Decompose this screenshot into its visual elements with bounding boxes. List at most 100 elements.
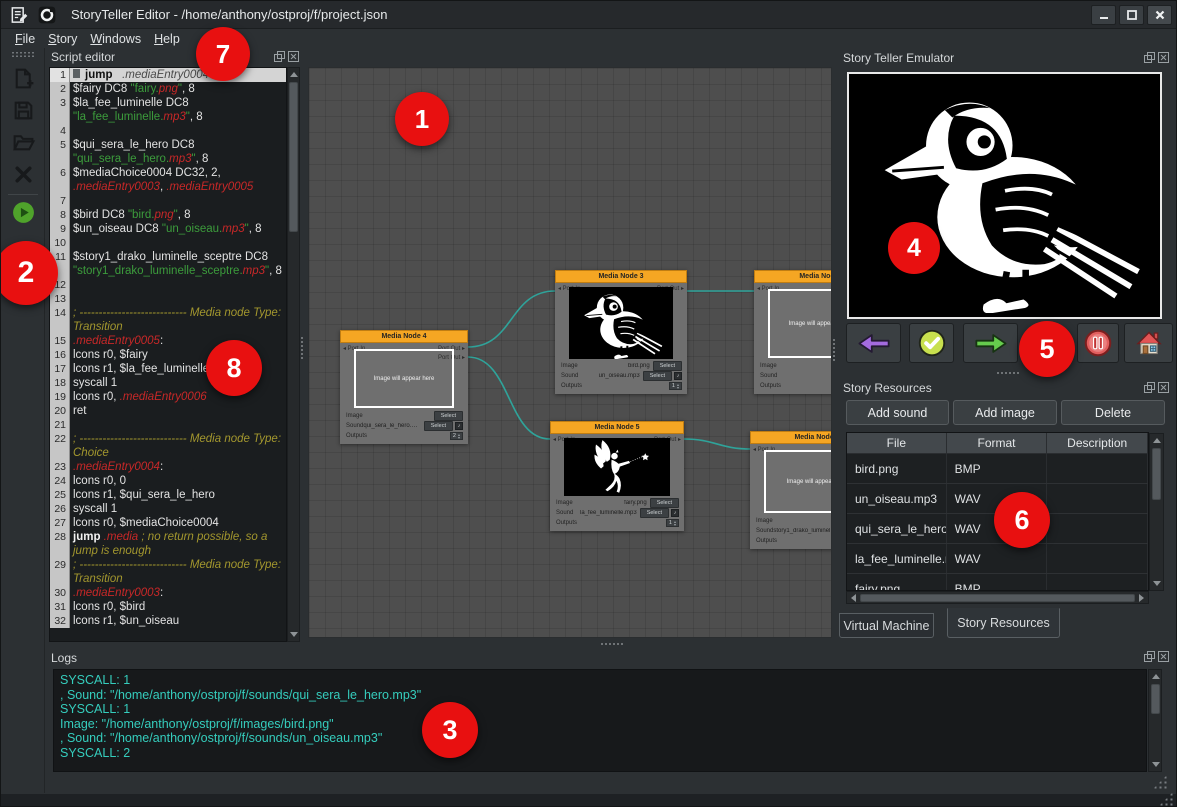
back-button[interactable] xyxy=(846,323,901,363)
node-graph-canvas[interactable]: Media Node 4◂ Port InPort Out ▸Port Out … xyxy=(308,67,832,638)
log-line: , Sound: "/home/anthony/ostproj/f/sounds… xyxy=(60,688,1146,703)
script-editor-scrollbar[interactable] xyxy=(287,67,300,642)
node-title: Media Node 5 xyxy=(550,421,684,434)
script-line-2: 2$fairy DC8 "fairy.png", 8 xyxy=(50,82,286,96)
add-image-button[interactable]: Add image xyxy=(953,400,1057,425)
next-button[interactable] xyxy=(963,323,1018,363)
window-resize-grip[interactable] xyxy=(1159,792,1173,806)
new-file-button[interactable] xyxy=(11,66,36,91)
close-panel-icon[interactable] xyxy=(1158,52,1169,63)
minimize-button[interactable] xyxy=(1091,5,1116,25)
validate-button[interactable] xyxy=(909,323,954,363)
tab-story-resources[interactable]: Story Resources xyxy=(947,608,1060,638)
back-icon xyxy=(856,330,892,357)
validate-icon xyxy=(918,329,946,357)
script-line-21: 21 xyxy=(50,418,286,432)
close-panel-icon[interactable] xyxy=(1158,651,1169,662)
media-node[interactable]: Media Node 3◂ Port InPort Out ▸Imagebird… xyxy=(555,270,687,394)
menu-story[interactable]: Story xyxy=(48,32,77,46)
close-panel-icon[interactable] xyxy=(1158,382,1169,393)
float-panel-icon[interactable] xyxy=(274,51,285,62)
table-row[interactable]: la_fee_luminelle.mp3WAV xyxy=(847,544,1148,574)
outputs-spinner[interactable]: 1▴▾ xyxy=(669,382,682,390)
storyteller-app-icon xyxy=(37,5,57,25)
script-line-7: 7 xyxy=(50,194,286,208)
media-node[interactable]: Media Node 4◂ Port InPort Out ▸Port Out … xyxy=(340,330,468,444)
media-node[interactable]: Media Node 5◂ Port InPort Out ▸Imagefair… xyxy=(550,421,684,531)
float-panel-icon[interactable] xyxy=(1144,52,1155,63)
log-line: SYSCALL: 1 xyxy=(60,673,1146,688)
script-line-22: 22; ---------------------------- Media n… xyxy=(50,432,286,460)
home-icon xyxy=(1135,329,1163,357)
menu-file[interactable]: File xyxy=(15,32,35,46)
log-output[interactable]: SYSCALL: 1, Sound: "/home/anthony/ostpro… xyxy=(53,669,1147,772)
delete-button[interactable]: Delete xyxy=(1061,400,1165,425)
toolbar-drag-handle[interactable] xyxy=(11,51,35,58)
play-sound-button[interactable]: ♪ xyxy=(674,372,682,380)
fairy-thumbnail xyxy=(564,438,670,496)
splitter-handle[interactable] xyxy=(301,337,303,339)
bird-image xyxy=(860,78,1150,313)
close-button[interactable] xyxy=(1147,5,1172,25)
script-line-28: 28jump .media ; no return possible, so a… xyxy=(50,530,286,558)
resources-table-hscrollbar[interactable] xyxy=(846,591,1149,604)
log-line: Image: "/home/anthony/ostproj/f/images/b… xyxy=(60,717,1146,732)
log-line: , Sound: "/home/anthony/ostproj/f/sounds… xyxy=(60,731,1146,746)
script-line-31: 31lcons r0, $bird xyxy=(50,600,286,614)
window-title: StoryTeller Editor - /home/anthony/ostpr… xyxy=(71,7,387,22)
script-line-20: 20ret xyxy=(50,404,286,418)
add-sound-button[interactable]: Add sound xyxy=(846,400,949,425)
annotation-badge-7: 7 xyxy=(196,27,250,81)
log-line: SYSCALL: 2 xyxy=(60,746,1146,761)
outputs-spinner[interactable]: 1▴▾ xyxy=(666,519,679,527)
column-header-format[interactable]: Format xyxy=(947,433,1048,453)
run-button[interactable] xyxy=(11,200,36,225)
float-panel-icon[interactable] xyxy=(1144,382,1155,393)
select-sound-button[interactable]: Select xyxy=(643,371,672,381)
splitter-handle[interactable] xyxy=(601,643,603,645)
script-line-19: 19lcons r0, .mediaEntry0006 xyxy=(50,390,286,404)
bird-thumbnail xyxy=(569,287,673,359)
pause-button[interactable] xyxy=(1077,323,1119,363)
play-sound-button[interactable]: ♪ xyxy=(671,509,679,517)
close-panel-icon[interactable] xyxy=(288,51,299,62)
select-image-button[interactable]: Select xyxy=(653,361,682,371)
column-header-description[interactable]: Description xyxy=(1047,433,1148,453)
title-bar[interactable]: StoryTeller Editor - /home/anthony/ostpr… xyxy=(1,1,1177,29)
resources-table-vscrollbar[interactable] xyxy=(1149,433,1164,591)
open-project-button[interactable] xyxy=(11,130,36,155)
tab-virtual-machine[interactable]: Virtual Machine xyxy=(839,613,934,638)
select-sound-button[interactable]: Select xyxy=(640,508,669,518)
column-header-file[interactable]: File xyxy=(847,433,947,453)
select-sound-button[interactable]: Select xyxy=(424,421,453,431)
logs-title: Logs xyxy=(51,651,77,665)
media-node[interactable]: Media Node 6◂ Port InImage will appear h… xyxy=(750,431,832,549)
save-button[interactable] xyxy=(11,98,36,123)
menu-bar: File Story Windows Help xyxy=(1,29,1177,48)
maximize-button[interactable] xyxy=(1119,5,1144,25)
script-line-3: 3$la_fee_luminelle DC8 "la_fee_luminelle… xyxy=(50,96,286,124)
select-image-button[interactable]: Select xyxy=(434,411,463,421)
script-line-5: 5$qui_sera_le_hero DC8 "qui_sera_le_hero… xyxy=(50,138,286,166)
home-button[interactable] xyxy=(1124,323,1173,363)
float-panel-icon[interactable] xyxy=(1144,651,1155,662)
splitter-handle[interactable] xyxy=(833,339,835,341)
script-line-13: 13 xyxy=(50,292,286,306)
menu-help[interactable]: Help xyxy=(154,32,180,46)
close-project-button[interactable] xyxy=(11,162,36,187)
script-line-12: 12 xyxy=(50,278,286,292)
script-line-27: 27lcons r0, $mediaChoice0004 xyxy=(50,516,286,530)
script-line-1: 1jump .mediaEntry0004 xyxy=(50,68,286,82)
script-line-8: 8$bird DC8 "bird.png", 8 xyxy=(50,208,286,222)
table-row[interactable]: fairy.pngBMP xyxy=(847,574,1148,591)
select-image-button[interactable]: Select xyxy=(650,498,679,508)
media-node[interactable]: Media Node◂ Port InImage will appear her… xyxy=(754,270,832,394)
table-row[interactable]: bird.pngBMP xyxy=(847,454,1148,484)
play-sound-button[interactable]: ♪ xyxy=(455,422,463,430)
node-title: Media Node 6 xyxy=(750,431,832,444)
splitter-handle[interactable] xyxy=(997,372,999,374)
menu-windows[interactable]: Windows xyxy=(90,32,141,46)
outputs-spinner[interactable]: 2▴▾ xyxy=(450,432,463,440)
panel-resize-grip[interactable] xyxy=(1153,775,1167,789)
logs-scrollbar[interactable] xyxy=(1148,669,1162,772)
